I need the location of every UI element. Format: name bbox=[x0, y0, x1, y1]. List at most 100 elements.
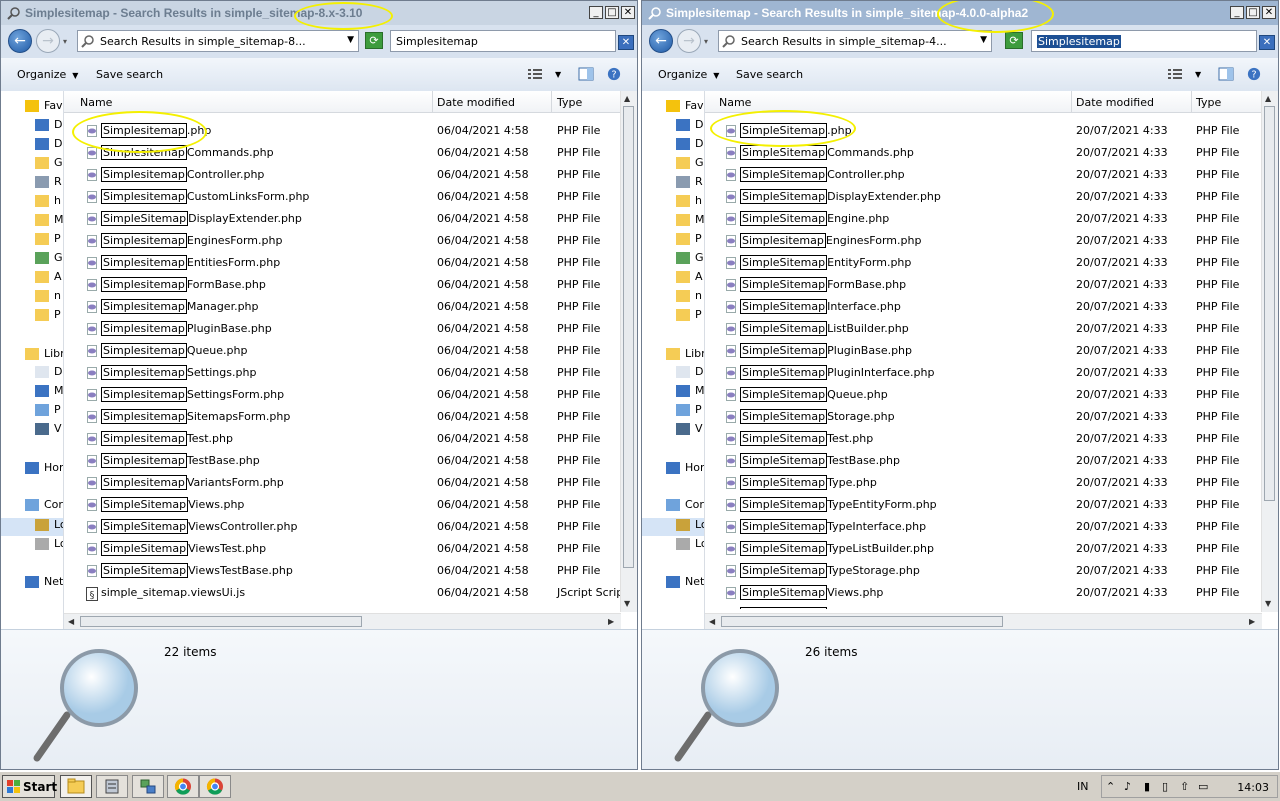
scroll-right-icon[interactable]: ▶ bbox=[1249, 617, 1255, 626]
vertical-scrollbar[interactable]: ▲ ▼ bbox=[1261, 91, 1278, 612]
nav-item-downloads[interactable]: D bbox=[35, 137, 62, 155]
file-row[interactable]: SimpleSitemap TypeListBuilder.php 20/07/20… bbox=[705, 538, 1262, 560]
nav-item-local-disk[interactable]: Lo bbox=[1, 518, 63, 536]
minimize-button[interactable]: _ bbox=[1230, 6, 1244, 19]
volume-icon[interactable]: ♪ bbox=[1124, 780, 1131, 793]
column-name[interactable]: Name bbox=[719, 96, 751, 109]
scroll-thumb[interactable] bbox=[721, 616, 1003, 627]
refresh-button[interactable]: ⟳ bbox=[365, 32, 383, 49]
file-row[interactable]: SimpleSitemap PluginInterface.php 20/07/20… bbox=[705, 362, 1262, 384]
nav-item-recent-places[interactable]: R bbox=[35, 175, 62, 193]
nav-item-local-disk[interactable]: Lo bbox=[642, 518, 704, 536]
address-bar[interactable]: Search Results in simple_sitemap-4... ▼ bbox=[718, 30, 992, 52]
network-status-icon[interactable]: ▮ bbox=[1144, 780, 1150, 793]
minimize-button[interactable]: _ bbox=[589, 6, 603, 19]
nav-item-libraries[interactable]: Libr bbox=[25, 347, 63, 365]
nav-item-favorites[interactable]: Fav bbox=[666, 99, 704, 117]
file-row[interactable]: Simplesitemap Manager.php 06/04/2021 4:58 P… bbox=[64, 296, 621, 318]
removable-device-icon[interactable]: ▭ bbox=[1198, 780, 1208, 793]
scroll-thumb[interactable] bbox=[623, 106, 634, 568]
nav-item-folder[interactable]: h bbox=[676, 194, 702, 212]
title-bar[interactable]: Simplesitemap - Search Results in simple… bbox=[1, 1, 637, 25]
file-row[interactable]: SimpleSitemap PluginBase.php 20/07/2021 4:… bbox=[705, 340, 1262, 362]
file-row[interactable]: Simplesitemap CustomLinksForm.php 06/04/20… bbox=[64, 186, 621, 208]
taskbar-chrome-button-2[interactable] bbox=[199, 775, 231, 798]
maximize-button[interactable]: □ bbox=[605, 6, 619, 19]
nav-item-folder[interactable]: P bbox=[676, 308, 702, 326]
file-row[interactable]: SimpleSitemap .php 20/07/2021 4:33 PHP File bbox=[705, 120, 1262, 142]
file-row[interactable]: SimpleSitemap ViewsTest.php 06/04/2021 4:5… bbox=[64, 538, 621, 560]
scroll-left-icon[interactable]: ◀ bbox=[68, 617, 74, 626]
upload-icon[interactable]: ⇧ bbox=[1180, 780, 1189, 793]
save-search-button[interactable]: Save search bbox=[96, 68, 163, 81]
file-row[interactable]: SimpleSitemap ViewsController.php 06/04/20… bbox=[64, 516, 621, 538]
nav-item-pictures[interactable]: P bbox=[676, 403, 702, 421]
file-row[interactable]: SimpleSitemap Engine.php 20/07/2021 4:33 PH… bbox=[705, 208, 1262, 230]
nav-item-recent-places[interactable]: R bbox=[676, 175, 703, 193]
taskbar-network-button[interactable] bbox=[132, 775, 164, 798]
nav-item-local-disk-2[interactable]: Lo bbox=[35, 537, 63, 555]
file-row[interactable]: SimpleSitemap TypeEntityForm.php 20/07/202… bbox=[705, 494, 1262, 516]
language-indicator[interactable]: IN bbox=[1077, 780, 1088, 793]
nav-item-google-drive[interactable]: G bbox=[676, 156, 704, 174]
file-row[interactable]: SimpleSitemap ListBuilder.php 20/07/2021 4… bbox=[705, 318, 1262, 340]
scroll-down-icon[interactable]: ▼ bbox=[624, 599, 630, 608]
back-button[interactable]: ← bbox=[8, 29, 32, 53]
save-search-button[interactable]: Save search bbox=[736, 68, 803, 81]
nav-item-folder[interactable]: M bbox=[676, 213, 704, 231]
nav-item-documents[interactable]: D bbox=[35, 365, 62, 383]
nav-item-google-drive[interactable]: G bbox=[35, 156, 63, 174]
horizontal-scrollbar[interactable]: ◀ ▶ bbox=[705, 613, 1262, 629]
file-row[interactable]: Simplesitemap VariantsForm.php 06/04/2021 … bbox=[64, 472, 621, 494]
file-row[interactable]: Simplesitemap TestBase.php 06/04/2021 4:58… bbox=[64, 450, 621, 472]
clear-search-button[interactable]: ✕ bbox=[618, 35, 634, 50]
nav-item-desktop[interactable]: D bbox=[35, 118, 62, 136]
file-row[interactable]: § simple_sitemap.viewsUi.js 06/04/2021 4:5… bbox=[64, 582, 621, 604]
file-row[interactable]: Simplesitemap Controller.php 06/04/2021 4:… bbox=[64, 164, 621, 186]
nav-item-folder[interactable]: n bbox=[35, 289, 61, 307]
file-row[interactable]: SimpleSitemap Controller.php 20/07/2021 4:… bbox=[705, 164, 1262, 186]
file-row[interactable]: Simplesitemap Commands.php 06/04/2021 4:58… bbox=[64, 142, 621, 164]
file-row[interactable]: SimpleSitemap Type.php 20/07/2021 4:33 PHP … bbox=[705, 472, 1262, 494]
file-row[interactable]: SimpleSitemap Test.php 20/07/2021 4:33 PHP … bbox=[705, 428, 1262, 450]
power-icon[interactable]: ▯ bbox=[1162, 780, 1168, 793]
column-date-modified[interactable]: Date modified bbox=[1076, 96, 1154, 109]
file-row[interactable]: SimpleSitemapViewsController.php 20/07/20… bbox=[705, 604, 1262, 609]
preview-pane-icon[interactable] bbox=[1218, 67, 1234, 81]
file-row[interactable]: SimpleSitemap Interface.php 20/07/2021 4:3… bbox=[705, 296, 1262, 318]
file-row[interactable]: SimpleSitemap Views.php 20/07/2021 4:33 PHP… bbox=[705, 582, 1262, 604]
start-button[interactable]: Start bbox=[2, 775, 57, 798]
nav-item-folder[interactable]: G bbox=[35, 251, 63, 269]
close-button[interactable]: ✕ bbox=[621, 6, 635, 19]
recent-pages-icon[interactable]: ▾ bbox=[63, 37, 67, 46]
nav-item-folder[interactable]: P bbox=[35, 232, 61, 250]
file-row[interactable]: SimpleSitemap EntityForm.php 20/07/2021 4:… bbox=[705, 252, 1262, 274]
file-row[interactable]: Simplesitemap Settings.php 06/04/2021 4:58… bbox=[64, 362, 621, 384]
file-row[interactable]: Simplesitemap .php 06/04/2021 4:58 PHP File bbox=[64, 120, 621, 142]
column-type[interactable]: Type bbox=[557, 96, 582, 109]
nav-item-folder[interactable]: P bbox=[676, 232, 702, 250]
nav-item-folder[interactable]: P bbox=[35, 308, 61, 326]
nav-item-network[interactable]: Net bbox=[25, 575, 63, 593]
help-icon[interactable]: ? bbox=[606, 67, 622, 81]
nav-item-music[interactable]: M bbox=[676, 384, 704, 402]
nav-item-libraries[interactable]: Libr bbox=[666, 347, 704, 365]
file-row[interactable]: Simplesitemap SitemapsForm.php 06/04/2021 … bbox=[64, 406, 621, 428]
nav-item-downloads[interactable]: D bbox=[676, 137, 703, 155]
file-row[interactable]: SimpleSitemap DisplayExtender.php 06/04/20… bbox=[64, 208, 621, 230]
file-row[interactable]: SimpleSitemap FormBase.php 20/07/2021 4:33… bbox=[705, 274, 1262, 296]
scroll-left-icon[interactable]: ◀ bbox=[709, 617, 715, 626]
preview-pane-icon[interactable] bbox=[578, 67, 594, 81]
scroll-thumb[interactable] bbox=[1264, 106, 1275, 501]
recent-pages-icon[interactable]: ▾ bbox=[704, 37, 708, 46]
scroll-thumb[interactable] bbox=[80, 616, 362, 627]
refresh-button[interactable]: ⟳ bbox=[1005, 32, 1023, 49]
file-row[interactable]: Simplesitemap EntitiesForm.php 06/04/2021 … bbox=[64, 252, 621, 274]
file-row[interactable]: SimpleSitemap Views.php 06/04/2021 4:58 PHP… bbox=[64, 494, 621, 516]
file-row[interactable]: SimpleSitemap Storage.php 20/07/2021 4:33 P… bbox=[705, 406, 1262, 428]
file-row[interactable]: SimpleSitemap TypeStorage.php 20/07/2021 4… bbox=[705, 560, 1262, 582]
taskbar-chrome-button[interactable] bbox=[167, 775, 199, 798]
chevron-down-icon[interactable]: ▼ bbox=[555, 70, 561, 79]
address-bar[interactable]: Search Results in simple_sitemap-8... ▼ bbox=[77, 30, 359, 52]
forward-button[interactable]: → bbox=[677, 29, 701, 53]
